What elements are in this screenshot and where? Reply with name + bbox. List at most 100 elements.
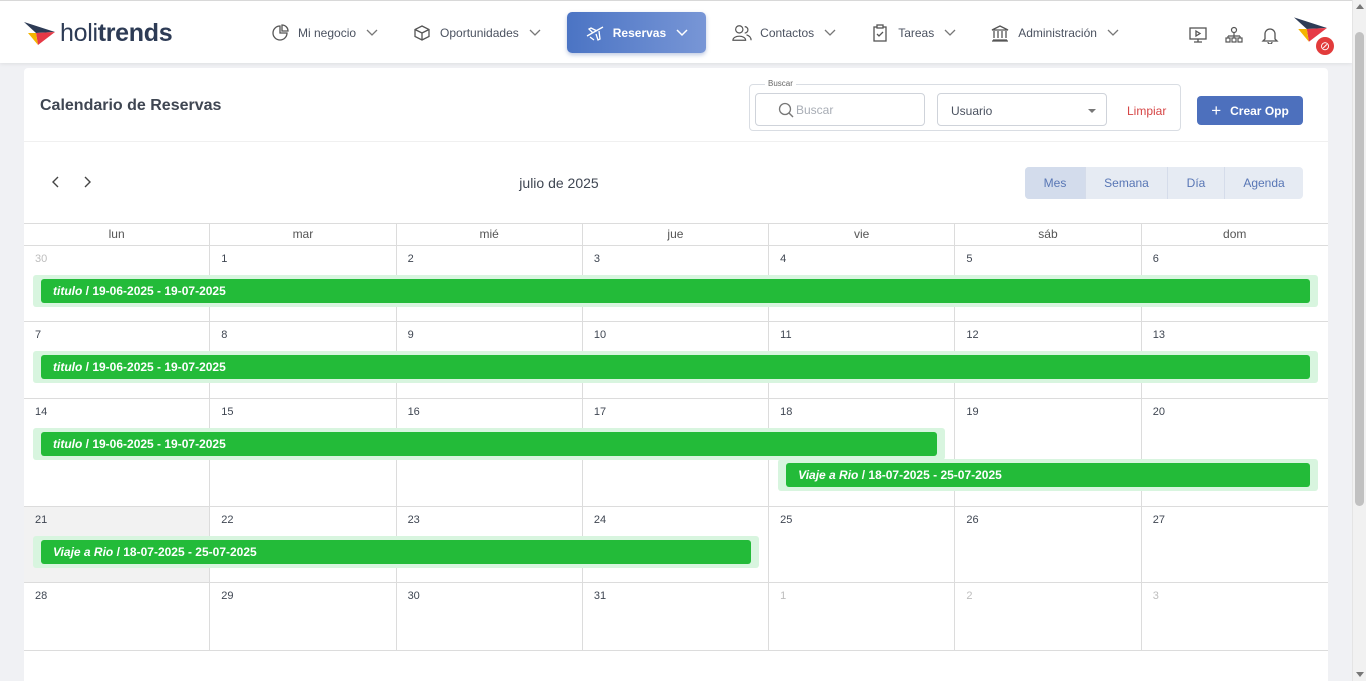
day-cell[interactable]: 3 — [1142, 583, 1328, 650]
day-number[interactable]: 1 — [780, 590, 786, 602]
day-number[interactable]: 27 — [1153, 514, 1165, 526]
day-cell[interactable]: 31 — [583, 583, 770, 650]
day-number[interactable]: 18 — [780, 406, 792, 418]
reservation-event[interactable]: titulo / 19-06-2025 - 19-07-2025 — [33, 351, 1318, 383]
day-number[interactable]: 25 — [780, 514, 792, 526]
weekday-label: jue — [583, 224, 770, 246]
day-number[interactable]: 21 — [35, 514, 47, 526]
day-number[interactable]: 16 — [408, 406, 420, 418]
event-bar[interactable]: titulo / 19-06-2025 - 19-07-2025 — [41, 279, 1310, 303]
page-scrollbar[interactable] — [1352, 0, 1366, 681]
nav-administracion[interactable]: Administración — [982, 12, 1127, 53]
nav-oportunidades[interactable]: Oportunidades — [404, 12, 549, 53]
day-number[interactable]: 6 — [1153, 253, 1159, 265]
day-cell[interactable]: 27 — [1142, 507, 1328, 582]
chevron-down-icon — [676, 28, 688, 37]
reservation-event[interactable]: titulo / 19-06-2025 - 19-07-2025 — [33, 428, 946, 460]
day-number[interactable]: 5 — [966, 253, 972, 265]
day-number[interactable]: 26 — [966, 514, 978, 526]
search-icon — [778, 102, 794, 118]
event-dates: / 18-07-2025 - 25-07-2025 — [858, 468, 1002, 482]
day-number[interactable]: 7 — [35, 329, 41, 341]
event-bar[interactable]: Viaje a Rio / 18-07-2025 - 25-07-2025 — [786, 463, 1310, 487]
day-number[interactable]: 12 — [966, 329, 978, 341]
chevron-down-icon — [824, 29, 836, 37]
reservation-event[interactable]: Viaje a Rio / 18-07-2025 - 25-07-2025 — [778, 459, 1318, 491]
calendar-toolbar: julio de 2025 Mes Semana Día Agenda — [24, 142, 1328, 223]
user-avatar[interactable]: ⊘ — [1294, 15, 1334, 55]
day-number[interactable]: 15 — [221, 406, 233, 418]
view-mes-button[interactable]: Mes — [1025, 167, 1086, 199]
page-title: Calendario de Reservas — [40, 97, 222, 114]
event-bar[interactable]: titulo / 19-06-2025 - 19-07-2025 — [41, 432, 938, 456]
day-number[interactable]: 2 — [408, 253, 414, 265]
day-number[interactable]: 19 — [966, 406, 978, 418]
nav-label: Administración — [1018, 25, 1097, 40]
day-number[interactable]: 1 — [221, 253, 227, 265]
scroll-thumb[interactable] — [1355, 32, 1364, 506]
bell-icon[interactable] — [1252, 17, 1288, 53]
user-select[interactable]: Usuario — [937, 93, 1107, 126]
scroll-up-arrow-icon[interactable] — [1356, 4, 1364, 9]
day-number[interactable]: 13 — [1153, 329, 1165, 341]
day-cell[interactable]: 28 — [24, 583, 211, 650]
day-number[interactable]: 17 — [594, 406, 606, 418]
day-cell[interactable]: 2 — [955, 583, 1142, 650]
day-number[interactable]: 22 — [221, 514, 233, 526]
presentation-icon[interactable] — [1180, 17, 1216, 53]
day-number[interactable]: 30 — [408, 590, 420, 602]
event-bar[interactable]: Viaje a Rio / 18-07-2025 - 25-07-2025 — [41, 540, 752, 564]
nav-mi-negocio[interactable]: Mi negocio — [262, 12, 386, 53]
chevron-down-icon — [366, 29, 378, 37]
day-cell[interactable]: 26 — [955, 507, 1142, 582]
day-cell[interactable]: 29 — [210, 583, 397, 650]
calendar-week: 30 1 2 3 4 5 6 titulo / 19-06-2025 - 19-07-2025 — [24, 246, 1328, 322]
weekday-label: mar — [210, 224, 397, 246]
next-month-button[interactable] — [79, 174, 95, 190]
search-input[interactable] — [796, 102, 916, 117]
nav-contactos[interactable]: Contactos — [724, 12, 844, 53]
day-number[interactable]: 30 — [35, 253, 47, 265]
event-bar[interactable]: titulo / 19-06-2025 - 19-07-2025 — [41, 355, 1310, 379]
day-number[interactable]: 3 — [1153, 590, 1159, 602]
view-agenda-button[interactable]: Agenda — [1225, 167, 1303, 199]
event-dates: / 19-06-2025 - 19-07-2025 — [82, 360, 226, 374]
day-number[interactable]: 29 — [221, 590, 233, 602]
users-icon — [732, 23, 752, 43]
reservation-event[interactable]: Viaje a Rio / 18-07-2025 - 25-07-2025 — [33, 536, 760, 568]
event-dates: / 18-07-2025 - 25-07-2025 — [113, 545, 257, 559]
day-number[interactable]: 20 — [1153, 406, 1165, 418]
reservation-event[interactable]: titulo / 19-06-2025 - 19-07-2025 — [33, 275, 1318, 307]
day-number[interactable]: 4 — [780, 253, 786, 265]
day-cell[interactable]: 1 — [769, 583, 956, 650]
view-semana-button[interactable]: Semana — [1086, 167, 1168, 199]
user-select-value: Usuario — [951, 104, 993, 118]
view-dia-button[interactable]: Día — [1168, 167, 1225, 199]
day-number[interactable]: 3 — [594, 253, 600, 265]
search-field[interactable] — [755, 93, 925, 126]
create-opp-button[interactable]: + Crear Opp — [1197, 96, 1303, 125]
day-number[interactable]: 28 — [35, 590, 47, 602]
day-number[interactable]: 24 — [594, 514, 606, 526]
day-number[interactable]: 9 — [408, 329, 414, 341]
day-number[interactable]: 2 — [966, 590, 972, 602]
day-number[interactable]: 14 — [35, 406, 47, 418]
nav-reservas[interactable]: Reservas — [566, 12, 707, 53]
org-chart-icon[interactable] — [1216, 17, 1252, 53]
prev-month-button[interactable] — [48, 174, 64, 190]
calendar-week: 21 22 23 24 25 26 27 Viaje a Rio / 18-07-2025 -… — [24, 507, 1328, 583]
day-number[interactable]: 11 — [780, 329, 791, 341]
event-dates: / 19-06-2025 - 19-07-2025 — [82, 437, 226, 451]
scroll-down-arrow-icon[interactable] — [1356, 672, 1364, 677]
holitrends-logo[interactable]: holitrends — [24, 17, 173, 49]
day-number[interactable]: 23 — [408, 514, 420, 526]
day-number[interactable]: 8 — [221, 329, 227, 341]
day-number[interactable]: 31 — [594, 590, 606, 602]
clear-button[interactable]: Limpiar — [1127, 104, 1166, 118]
reservas-panel: Calendario de Reservas Buscar Usuario Li… — [24, 68, 1328, 681]
day-number[interactable]: 10 — [594, 329, 606, 341]
day-cell[interactable]: 30 — [397, 583, 583, 650]
month-label: julio de 2025 — [519, 175, 599, 191]
day-cell[interactable]: 25 — [769, 507, 956, 582]
nav-tareas[interactable]: Tareas — [862, 12, 964, 53]
